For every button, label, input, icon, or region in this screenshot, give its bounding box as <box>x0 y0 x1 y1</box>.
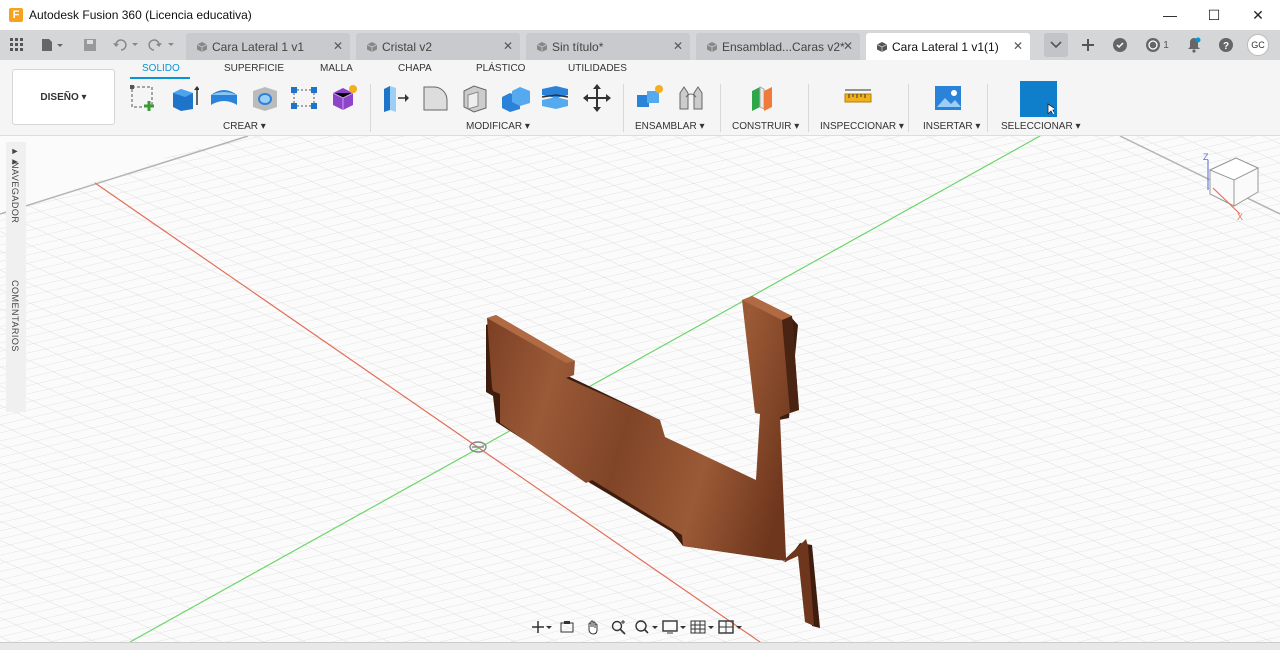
group-inspeccionar[interactable]: INSPECCIONAR ▾ <box>820 121 904 132</box>
grid-settings-icon[interactable] <box>688 617 716 637</box>
component-icon <box>196 41 208 52</box>
tab-label: Cristal v2 <box>382 39 433 54</box>
offset-plane-icon[interactable] <box>747 82 779 114</box>
group-ensamblar[interactable]: ENSAMBLAR ▾ <box>635 121 704 132</box>
tab-label: Cara Lateral 1 v1(1) <box>892 39 999 54</box>
create-sketch-icon[interactable] <box>128 82 160 114</box>
new-component-icon[interactable] <box>634 82 666 114</box>
ribbon-toolbar: DISEÑO ▾ SOLIDO SUPERFICIE MALLA CHAPA P… <box>0 60 1280 136</box>
combine-icon[interactable] <box>499 82 531 114</box>
navigation-toolbar <box>528 616 748 638</box>
status-bar <box>0 642 1280 650</box>
close-tab-icon[interactable]: ✕ <box>1013 39 1023 53</box>
notifications-icon[interactable] <box>1182 33 1206 57</box>
ground-grid: Z X <box>0 136 1280 642</box>
tab-label: Ensamblad...Caras v2* <box>722 39 845 54</box>
press-pull-icon[interactable] <box>379 82 411 114</box>
comentarios-tab[interactable]: COMENTARIOS <box>10 280 20 352</box>
tab-superficie[interactable]: SUPERFICIE <box>224 63 284 74</box>
shell-icon[interactable] <box>459 82 491 114</box>
workspace-switcher[interactable]: DISEÑO ▾ <box>12 69 115 125</box>
tab-overflow-icon[interactable] <box>1044 33 1068 57</box>
look-at-icon[interactable] <box>554 617 580 637</box>
job-status-icon[interactable]: 1 <box>1140 33 1174 57</box>
measure-icon[interactable] <box>842 82 874 114</box>
tab-chapa[interactable]: CHAPA <box>398 63 432 74</box>
tab-malla[interactable]: MALLA <box>320 63 353 74</box>
hole-icon[interactable] <box>248 82 280 114</box>
joint-icon[interactable] <box>675 82 707 114</box>
active-tab-indicator <box>130 77 190 79</box>
doc-tab-4[interactable]: Ensamblad...Caras v2* ✕ <box>696 33 860 60</box>
close-tab-icon[interactable]: ✕ <box>673 39 683 53</box>
svg-text:?: ? <box>1223 41 1229 52</box>
viewports-icon[interactable] <box>716 617 744 637</box>
insert-image-icon[interactable] <box>932 82 964 114</box>
viewcube-z-label: Z <box>1203 152 1209 162</box>
apps-grid-icon[interactable] <box>6 34 28 56</box>
fusion-logo-icon: F <box>9 8 23 22</box>
extensions-icon[interactable] <box>1108 33 1132 57</box>
move-copy-icon[interactable] <box>581 82 613 114</box>
minimize-button[interactable]: — <box>1148 0 1192 30</box>
maximize-button[interactable]: ☐ <box>1192 0 1236 30</box>
component-icon <box>536 41 548 52</box>
user-avatar[interactable]: GC <box>1247 34 1269 56</box>
close-button[interactable]: ✕ <box>1236 0 1280 30</box>
navegador-tab[interactable]: NAVEGADOR <box>10 162 20 223</box>
save-icon[interactable] <box>79 34 101 56</box>
pan-icon[interactable] <box>580 617 606 637</box>
component-icon <box>706 41 718 52</box>
select-icon[interactable] <box>1020 81 1057 117</box>
doc-tab-2[interactable]: Cristal v2 ✕ <box>356 33 520 60</box>
redo-icon[interactable] <box>146 34 176 56</box>
doc-tab-5-active[interactable]: Cara Lateral 1 v1(1) ✕ <box>866 33 1030 60</box>
tab-plastico[interactable]: PLÁSTICO <box>476 63 525 74</box>
help-icon[interactable]: ? <box>1214 33 1238 57</box>
file-menu-icon[interactable] <box>38 34 66 56</box>
pattern-icon[interactable] <box>288 82 320 114</box>
group-construir[interactable]: CONSTRUIR ▾ <box>732 121 799 132</box>
group-seleccionar[interactable]: SELECCIONAR ▾ <box>1001 121 1080 132</box>
tab-utilidades[interactable]: UTILIDADES <box>568 63 627 74</box>
fit-icon[interactable] <box>632 617 660 637</box>
title-bar: F Autodesk Fusion 360 (Licencia educativ… <box>0 0 1280 30</box>
display-settings-icon[interactable] <box>660 617 688 637</box>
group-divider <box>623 84 624 132</box>
group-crear[interactable]: CREAR ▾ <box>223 121 266 132</box>
group-divider <box>987 84 988 132</box>
orbit-icon[interactable] <box>528 617 554 637</box>
tab-solido[interactable]: SOLIDO <box>142 63 180 74</box>
undo-icon[interactable] <box>110 34 140 56</box>
group-divider <box>808 84 809 132</box>
create-form-icon[interactable] <box>328 82 360 114</box>
new-tab-icon[interactable] <box>1076 33 1100 57</box>
component-icon <box>876 41 888 52</box>
group-divider <box>370 84 371 132</box>
revolve-icon[interactable] <box>208 82 240 114</box>
component-icon <box>366 41 378 52</box>
3d-viewport[interactable]: Z X <box>0 136 1280 642</box>
split-body-icon[interactable] <box>539 82 571 114</box>
document-tab-bar: Cara Lateral 1 v1 ✕ Cristal v2 ✕ Sin tít… <box>0 30 1280 60</box>
group-divider <box>720 84 721 132</box>
job-count: 1 <box>1163 39 1169 51</box>
group-modificar[interactable]: MODIFICAR ▾ <box>466 121 530 132</box>
zoom-icon[interactable] <box>606 617 632 637</box>
viewcube-x-label: X <box>1237 212 1243 222</box>
close-tab-icon[interactable]: ✕ <box>503 39 513 53</box>
group-insertar[interactable]: INSERTAR ▾ <box>923 121 980 132</box>
tab-label: Cara Lateral 1 v1 <box>212 39 305 54</box>
fillet-icon[interactable] <box>419 82 451 114</box>
window-title: Autodesk Fusion 360 (Licencia educativa) <box>29 8 252 22</box>
close-tab-icon[interactable]: ✕ <box>333 39 343 53</box>
doc-tab-3[interactable]: Sin título* ✕ <box>526 33 690 60</box>
close-tab-icon[interactable]: ✕ <box>843 39 853 53</box>
tab-label: Sin título* <box>552 39 604 54</box>
extrude-icon[interactable] <box>168 82 200 114</box>
side-panel-collapsed: ►► NAVEGADOR COMENTARIOS <box>6 142 26 412</box>
group-divider <box>908 84 909 132</box>
doc-tab-1[interactable]: Cara Lateral 1 v1 ✕ <box>186 33 350 60</box>
